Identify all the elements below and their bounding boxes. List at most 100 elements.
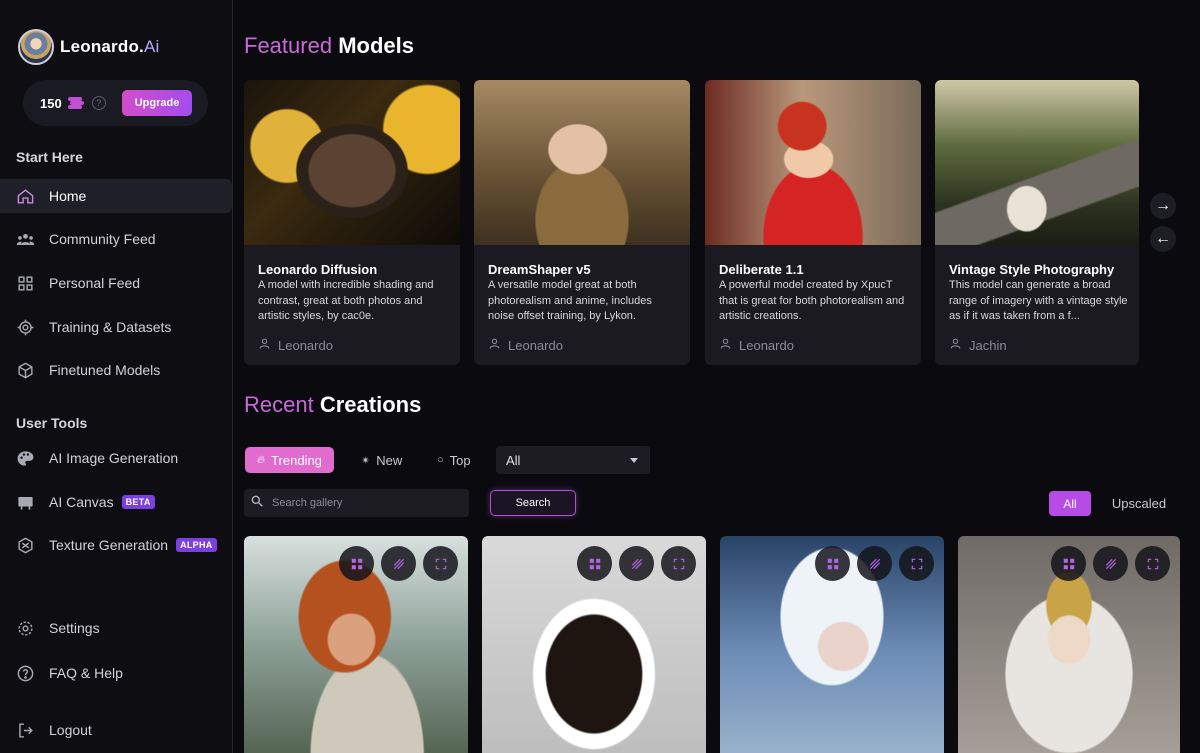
remix-button[interactable]: [339, 546, 374, 581]
model-author: Leonardo: [258, 337, 333, 353]
model-description: This model can generate a broad range of…: [949, 279, 1128, 322]
tab-new[interactable]: ✴ New: [349, 447, 414, 473]
sparkle-icon: ✴: [361, 454, 371, 467]
variations-icon: [869, 558, 880, 569]
credit-count: 150: [40, 95, 62, 111]
model-description: A model with incredible shading and cont…: [258, 279, 434, 322]
grid-icon: [16, 274, 35, 293]
search-input[interactable]: [272, 497, 452, 509]
sidebar-item-label: Personal Feed: [49, 275, 141, 291]
help-icon: [16, 664, 35, 683]
canvas-icon: [16, 493, 35, 512]
variations-button[interactable]: [381, 546, 416, 581]
model-thumbnail: [935, 80, 1139, 245]
remix-icon: [827, 558, 838, 569]
model-description: A versatile model great at both photorea…: [488, 279, 652, 322]
user-icon: [488, 337, 501, 353]
creation-actions: [339, 546, 458, 581]
sidebar-item-label: Texture Generation: [49, 537, 169, 553]
expand-icon: [911, 558, 922, 569]
recent-creations-heading: Recent Creations: [244, 392, 422, 417]
flame-icon: 🔥︎: [257, 453, 266, 466]
variations-button[interactable]: [857, 546, 892, 581]
filter-all-button[interactable]: All: [1049, 491, 1091, 516]
variations-icon: [393, 558, 404, 569]
sidebar-item-label: Community Feed: [49, 231, 156, 247]
remix-button[interactable]: [815, 546, 850, 581]
token-icon: [67, 97, 84, 109]
variations-button[interactable]: [619, 546, 654, 581]
remix-icon: [351, 558, 362, 569]
sidebar-item-label: Settings: [49, 620, 100, 636]
expand-icon: [435, 558, 446, 569]
expand-button[interactable]: [899, 546, 934, 581]
sidebar-item-label: Home: [49, 188, 87, 204]
expand-button[interactable]: [423, 546, 458, 581]
alpha-badge: ALPHA: [176, 538, 217, 552]
top-icon: ○: [437, 454, 444, 466]
gallery-filter-select[interactable]: All: [496, 446, 650, 474]
gear-icon: [16, 619, 35, 638]
credits-panel: 150 ? Upgrade: [23, 80, 208, 126]
sidebar-item-label: AI Canvas: [49, 494, 114, 510]
credits-help-icon[interactable]: ?: [91, 96, 106, 110]
model-name: DreamShaper v5: [488, 262, 591, 277]
training-icon: [16, 318, 35, 337]
sidebar-item-logout[interactable]: Logout: [0, 713, 232, 747]
sidebar-item-ai-image-generation[interactable]: AI Image Generation: [0, 441, 232, 475]
sidebar-item-faq-help[interactable]: FAQ & Help: [0, 656, 232, 690]
model-thumbnail: [474, 80, 690, 245]
creation-card[interactable]: [482, 536, 706, 753]
creation-card[interactable]: [958, 536, 1180, 753]
model-card[interactable]: Deliberate 1.1 A powerful model created …: [705, 80, 921, 365]
model-card[interactable]: Vintage Style Photography This model can…: [935, 80, 1139, 365]
sidebar-item-settings[interactable]: Settings: [0, 611, 232, 645]
sidebar-item-training-datasets[interactable]: Training & Datasets: [0, 310, 232, 344]
model-card[interactable]: DreamShaper v5 A versatile model great a…: [474, 80, 690, 365]
remix-icon: [589, 558, 600, 569]
model-thumbnail: [705, 80, 921, 245]
community-icon: [16, 230, 35, 249]
variations-button[interactable]: [1093, 546, 1128, 581]
user-tools-heading: User Tools: [16, 415, 88, 431]
sidebar-item-label: Training & Datasets: [49, 319, 172, 335]
brand-logo[interactable]: Leonardo.Ai: [18, 29, 160, 65]
expand-button[interactable]: [661, 546, 696, 581]
sidebar-item-ai-canvas[interactable]: AI Canvas BETA: [0, 485, 232, 519]
beta-badge: BETA: [121, 495, 155, 509]
carousel-prev-button[interactable]: ←: [1150, 226, 1176, 252]
main-content: Featured Models Leonardo Diffusion A mod…: [234, 0, 1200, 753]
sidebar-item-label: FAQ & Help: [49, 665, 123, 681]
sidebar-item-label: AI Image Generation: [49, 450, 179, 466]
logo-avatar: [18, 29, 54, 65]
sidebar-item-personal-feed[interactable]: Personal Feed: [0, 266, 232, 300]
creation-card[interactable]: [720, 536, 944, 753]
model-author: Leonardo: [719, 337, 794, 353]
logout-icon: [16, 721, 35, 740]
filter-upscaled-button[interactable]: Upscaled: [1104, 491, 1174, 516]
remix-button[interactable]: [577, 546, 612, 581]
expand-button[interactable]: [1135, 546, 1170, 581]
sidebar: Leonardo.Ai 150 ? Upgrade Start Here Hom…: [0, 0, 233, 753]
model-name: Leonardo Diffusion: [258, 262, 378, 277]
sidebar-item-finetuned-models[interactable]: Finetuned Models: [0, 353, 232, 387]
model-card[interactable]: Leonardo Diffusion A model with incredib…: [244, 80, 460, 365]
creation-actions: [1051, 546, 1170, 581]
search-button[interactable]: Search: [490, 490, 576, 516]
search-gallery-field[interactable]: [244, 489, 469, 517]
carousel-next-button[interactable]: →: [1150, 193, 1176, 219]
creation-card[interactable]: [244, 536, 468, 753]
user-icon: [719, 337, 732, 353]
sidebar-item-community-feed[interactable]: Community Feed: [0, 222, 232, 256]
remix-button[interactable]: [1051, 546, 1086, 581]
expand-icon: [673, 558, 684, 569]
chevron-down-icon: [630, 458, 638, 463]
upgrade-button[interactable]: Upgrade: [122, 90, 192, 116]
variations-icon: [1105, 558, 1116, 569]
sidebar-item-home[interactable]: Home: [0, 179, 232, 213]
creation-actions: [577, 546, 696, 581]
tab-top[interactable]: ○ Top: [425, 447, 483, 473]
tab-trending[interactable]: 🔥︎ Trending: [245, 447, 334, 473]
sidebar-item-label: Logout: [49, 722, 92, 738]
sidebar-item-texture-generation[interactable]: Texture Generation ALPHA: [0, 528, 232, 562]
